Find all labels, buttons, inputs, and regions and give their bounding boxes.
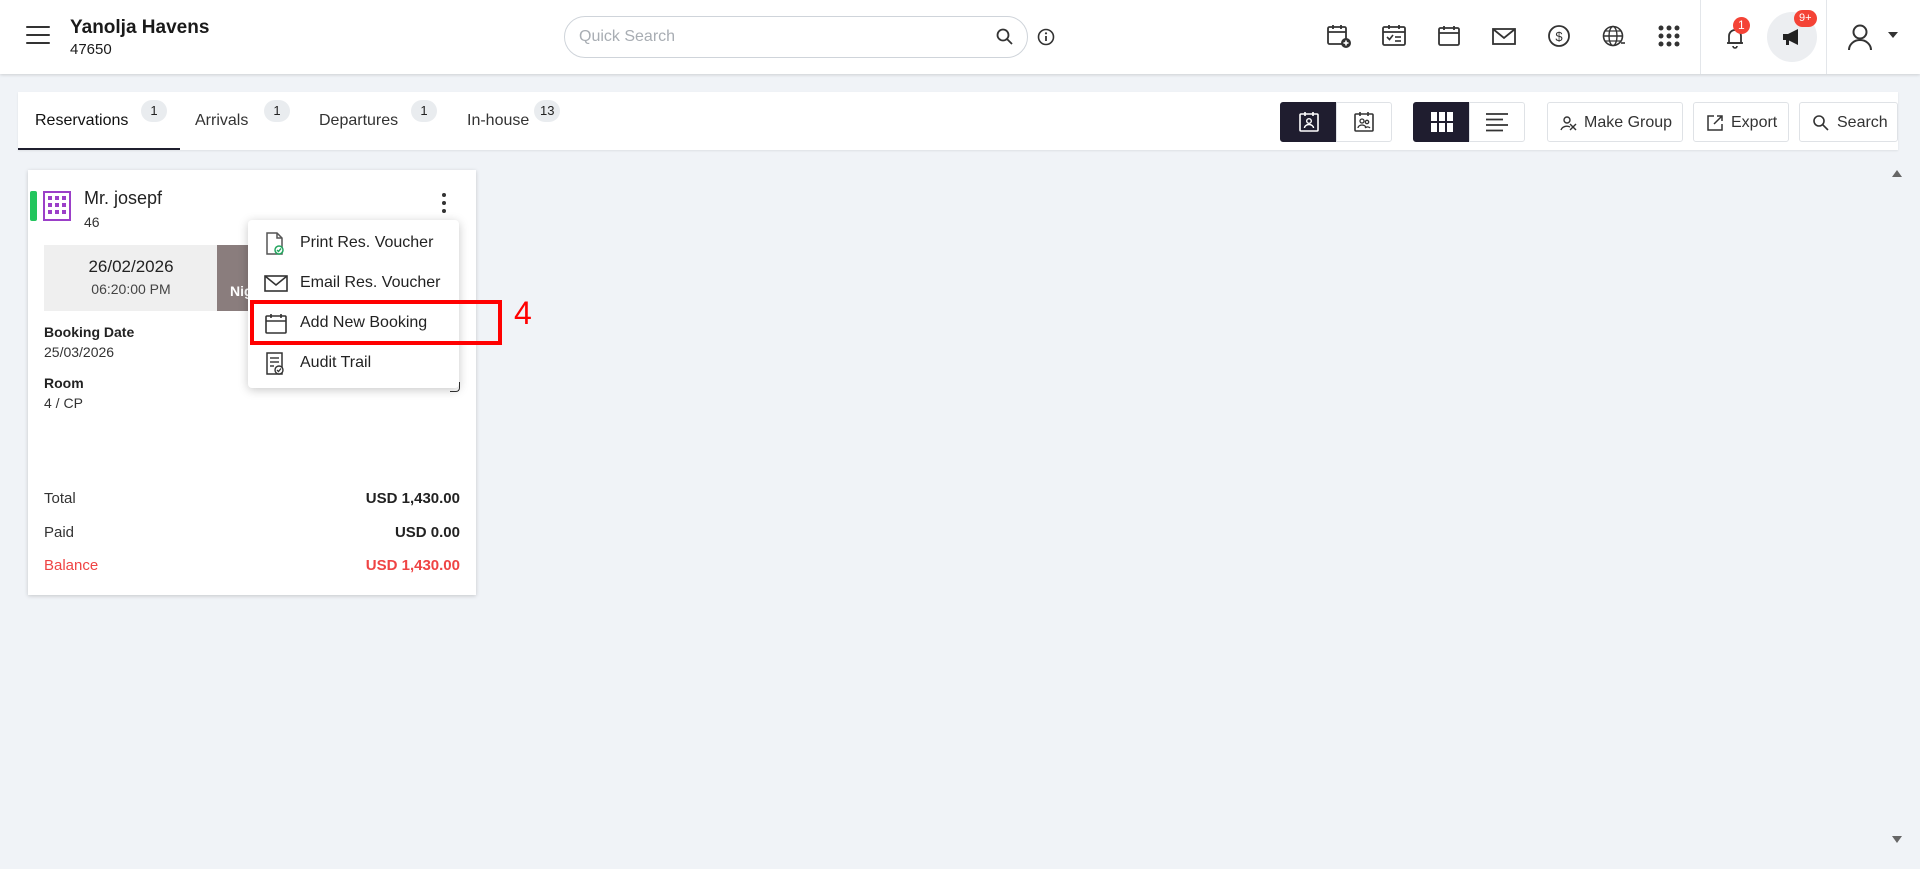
paid-value: USD 0.00 — [394, 524, 460, 541]
menu-item-email-voucher[interactable]: Email Res. Voucher — [248, 263, 459, 303]
booking-date-value: 25/03/2026 — [44, 344, 115, 360]
globe-icon[interactable] — [1600, 22, 1628, 50]
arrival-date: 26/02/2026 — [88, 257, 174, 276]
tab-departures[interactable]: Departures 1 — [298, 92, 448, 150]
calendar-group-icon — [1354, 112, 1374, 132]
grid-view-toggle[interactable] — [1413, 102, 1470, 142]
step-number: 4 — [514, 295, 532, 331]
header-divider — [1700, 0, 1701, 74]
active-tab-indicator — [18, 148, 180, 150]
menu-item-label: Email Res. Voucher — [300, 274, 441, 291]
menu-item-label: Audit Trail — [300, 354, 372, 371]
tab-label: In-house — [467, 112, 530, 129]
svg-text:$: $ — [1555, 29, 1563, 44]
building-icon — [43, 191, 71, 221]
notification-badge: 1 — [1733, 17, 1750, 34]
group-view-toggle[interactable] — [1336, 102, 1392, 142]
tab-reservations[interactable]: Reservations 1 — [18, 92, 180, 150]
tab-in-house[interactable]: In-house 13 — [448, 92, 578, 150]
status-indicator — [30, 191, 37, 221]
highlight-box — [250, 300, 502, 345]
calendar-icon[interactable] — [1435, 22, 1463, 50]
tab-count-badge: 1 — [264, 100, 290, 122]
info-icon[interactable] — [1036, 27, 1056, 47]
calendar-person-icon — [1298, 112, 1319, 132]
header-divider — [1826, 0, 1827, 74]
total-label: Total — [44, 490, 76, 507]
quick-search — [564, 16, 1028, 58]
dollar-icon[interactable]: $ — [1545, 22, 1573, 50]
hotel-id: 47650 — [70, 41, 112, 58]
arrival-date-box: 26/02/2026 06:20:00 PM — [44, 245, 218, 311]
audit-icon — [266, 352, 284, 375]
export-button[interactable]: Export — [1693, 102, 1789, 142]
calendar-check-icon[interactable] — [1380, 22, 1408, 50]
tab-count-badge: 1 — [141, 100, 167, 122]
more-options-icon[interactable] — [434, 190, 454, 216]
scroll-up-arrow[interactable] — [1892, 170, 1902, 177]
guest-number: 46 — [84, 214, 100, 230]
quick-search-input[interactable] — [579, 17, 979, 57]
tab-label: Departures — [319, 112, 399, 129]
hamburger-menu-icon[interactable] — [26, 26, 50, 46]
document-icon — [266, 232, 284, 255]
tab-label: Reservations — [35, 112, 129, 129]
tab-arrivals[interactable]: Arrivals 1 — [180, 92, 298, 150]
balance-label: Balance — [44, 557, 99, 574]
make-group-label: Make Group — [1584, 114, 1673, 131]
export-icon — [1707, 115, 1723, 131]
total-value: USD 1,430.00 — [365, 490, 460, 507]
announcement-badge: 9+ — [1794, 10, 1817, 27]
search-button[interactable]: Search — [1799, 102, 1898, 142]
guest-view-toggle[interactable] — [1280, 102, 1337, 142]
menu-item-audit-trail[interactable]: Audit Trail — [248, 343, 459, 383]
megaphone-icon — [1783, 29, 1798, 45]
tab-bar: Reservations 1 Arrivals 1 Departures 1 I… — [18, 92, 1898, 150]
menu-item-print-voucher[interactable]: Print Res. Voucher — [248, 223, 459, 263]
tab-label: Arrivals — [195, 112, 249, 129]
export-label: Export — [1731, 114, 1778, 131]
tab-count-badge: 1 — [411, 100, 437, 122]
list-view-toggle[interactable] — [1469, 102, 1525, 142]
top-header: Yanolja Havens 47650 $ 1 9+ — [0, 0, 1920, 74]
room-label: Room — [44, 375, 84, 391]
list-view-icon — [1486, 113, 1508, 132]
arrival-time: 06:20:00 PM — [91, 281, 171, 297]
tab-count-badge: 13 — [534, 100, 561, 122]
search-label: Search — [1837, 114, 1888, 131]
mail-icon[interactable] — [1490, 22, 1518, 50]
search-icon — [1813, 115, 1829, 131]
user-avatar-icon[interactable] — [1846, 22, 1874, 52]
menu-item-label: Print Res. Voucher — [300, 234, 434, 251]
apps-grid-icon[interactable] — [1655, 22, 1683, 50]
balance-value: USD 1,430.00 — [365, 557, 460, 574]
search-icon[interactable] — [995, 27, 1015, 47]
paid-label: Paid — [44, 524, 75, 541]
guest-name[interactable]: Mr. josepf — [84, 188, 162, 209]
chevron-down-icon[interactable] — [1887, 31, 1899, 39]
calendar-add-icon[interactable] — [1325, 22, 1353, 50]
make-group-button[interactable]: Make Group — [1547, 102, 1683, 142]
scroll-down-arrow[interactable] — [1892, 836, 1902, 843]
mail-icon — [264, 275, 288, 292]
group-person-icon — [1560, 116, 1577, 131]
hotel-name: Yanolja Havens — [70, 17, 210, 38]
room-value: 4 / CP — [44, 395, 83, 411]
grid-view-icon — [1430, 112, 1453, 132]
booking-date-label: Booking Date — [44, 324, 135, 340]
